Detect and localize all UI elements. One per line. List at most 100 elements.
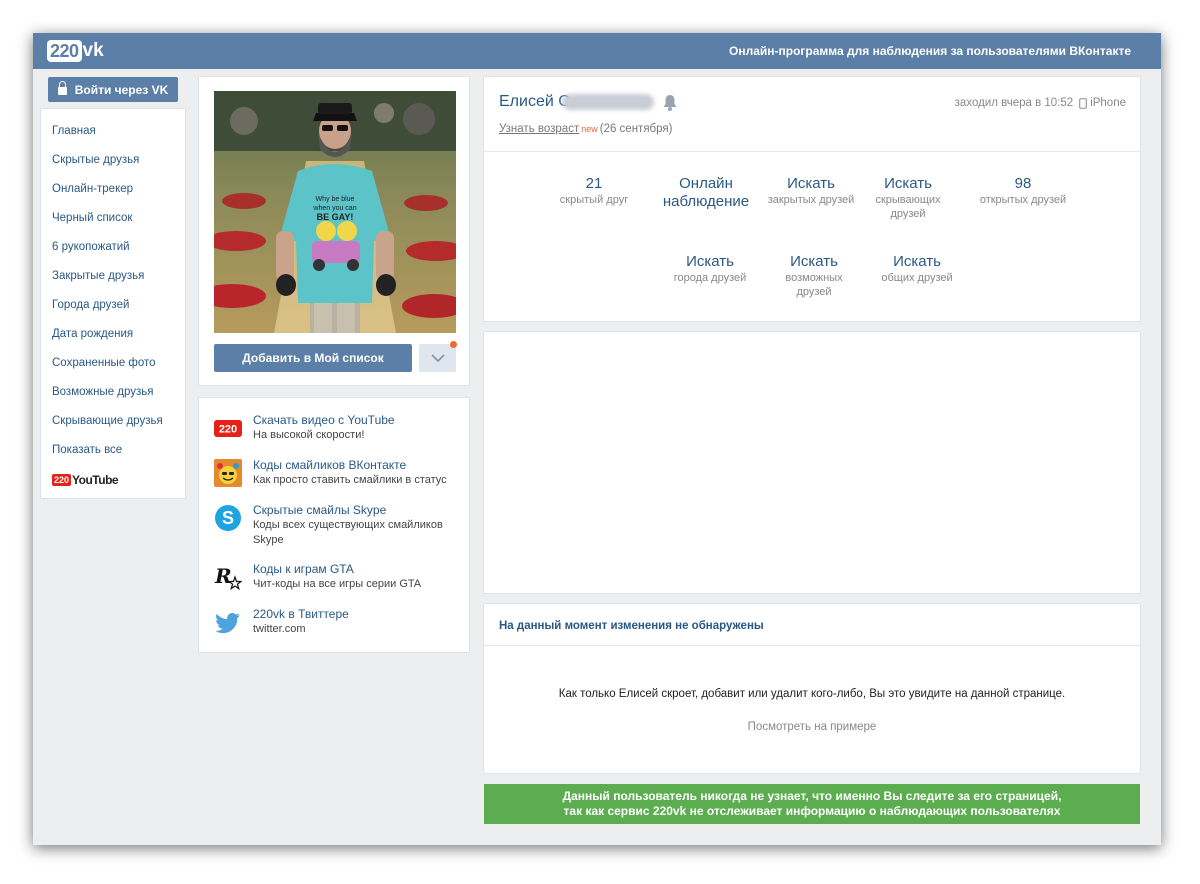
banner-line-1: Данный пользователь никогда не узнает, ч…: [562, 789, 1062, 803]
link-title: Коды к играм GTA: [253, 562, 354, 576]
sidebar-item-closed-friends[interactable]: Закрытые друзья: [41, 262, 185, 291]
link-subtitle: Как просто ставить смайлики в статус: [253, 474, 447, 486]
shirt-text-1: Why be blue: [316, 196, 355, 203]
link-title: Коды смайликов ВКонтакте: [253, 458, 407, 472]
youtube-logo-number: 220: [52, 473, 72, 486]
link-subtitle: twitter.com: [253, 623, 306, 635]
link-twitter[interactable]: 220vk в Твиттере twitter.com: [199, 606, 469, 651]
sidebar-item-show-all[interactable]: Показать все: [41, 436, 185, 465]
stat-value: Онлайн наблюдение: [662, 175, 750, 210]
stat-label: общих друзей: [881, 272, 953, 284]
stat-label: открытых друзей: [979, 194, 1067, 206]
device-name: iPhone: [1090, 97, 1126, 109]
stat-label: возможных друзей: [785, 272, 843, 298]
profile-first-name: Елисей: [499, 93, 554, 110]
stat-value: Искать: [884, 175, 932, 192]
link-title: Скрытые смайлы Skype: [253, 503, 387, 517]
logo-number: 220: [47, 40, 82, 62]
stat-value: Искать: [790, 253, 838, 270]
empty-content-panel: [483, 331, 1141, 594]
last-seen-text: заходил вчера в 10:52: [954, 97, 1074, 109]
stat-value: Искать: [686, 253, 734, 270]
phone-icon: [1079, 97, 1088, 109]
top-bar: 220 vk Онлайн-программа для наблюдения з…: [33, 33, 1161, 69]
logo-text: vk: [82, 40, 104, 61]
link-subtitle: Коды всех существующих смайликов Skype: [253, 519, 443, 546]
privacy-banner: Данный пользователь никогда не узнает, ч…: [484, 784, 1140, 824]
stat-label: закрытых друзей: [767, 194, 855, 206]
changes-description: Как только Елисей скроет, добавит или уд…: [558, 688, 1066, 700]
stat-mutual-friends[interactable]: Искать общих друзей: [867, 253, 967, 285]
link-youtube-download[interactable]: 220 Скачать видео с YouTube На высокой с…: [199, 412, 469, 457]
stat-friends-cities[interactable]: Искать города друзей: [659, 253, 761, 285]
stat-label: скрывающих друзей: [875, 194, 941, 220]
stat-value: Искать: [893, 253, 941, 270]
stat-label: скрытый друг: [559, 194, 629, 206]
sidebar-item-friends-cities[interactable]: Города друзей: [41, 291, 185, 320]
svg-text:R: R: [214, 564, 232, 588]
banner-line-2: так как сервис 220vk не отслеживает инфо…: [563, 804, 1061, 818]
profile-info-panel: Елисей С заходил вчера в 10:52 iPhone Уз…: [483, 76, 1141, 322]
changes-title: На данный момент изменения не обнаружены: [499, 620, 764, 632]
sidebar-menu: Главная Скрытые друзья Онлайн-трекер Чер…: [40, 108, 186, 499]
shirt-text-3: BE GAY!: [317, 212, 354, 222]
site-tagline: Онлайн-программа для наблюдения за польз…: [728, 44, 1131, 58]
new-badge: new: [581, 124, 598, 134]
sidebar-item-hiding-friends[interactable]: Скрывающие друзья: [41, 407, 185, 436]
age-line: Узнать возраст new (26 сентября): [499, 123, 672, 135]
link-subtitle: На высокой скорости!: [253, 429, 365, 441]
sidebar-item-saved-photos[interactable]: Сохраненные фото: [41, 349, 185, 378]
link-vk-emoji-codes[interactable]: Коды смайликов ВКонтакте Как просто став…: [199, 457, 469, 502]
bell-icon[interactable]: [662, 94, 678, 114]
find-age-link[interactable]: Узнать возраст: [499, 123, 579, 135]
stat-hidden-friends[interactable]: 21 скрытый друг: [544, 175, 644, 207]
stat-value: Искать: [787, 175, 835, 192]
view-example-link[interactable]: Посмотреть на примере: [484, 721, 1140, 733]
blurred-surname: [562, 94, 654, 110]
sidebar-item-hidden-friends[interactable]: Скрытые друзья: [41, 146, 185, 175]
stat-value: 21: [585, 175, 603, 192]
stat-online-watch[interactable]: Онлайн наблюдение: [656, 175, 756, 211]
profile-photo-image: Why be blue when you can BE GAY!: [214, 91, 456, 333]
lock-icon: [57, 81, 67, 95]
login-vk-button[interactable]: Войти через VK: [48, 77, 178, 102]
twitter-icon: [214, 608, 242, 636]
divider: [484, 645, 1140, 646]
sidebar-item-birthday[interactable]: Дата рождения: [41, 320, 185, 349]
divider: [484, 151, 1140, 152]
profile-photo[interactable]: Why be blue when you can BE GAY!: [214, 91, 456, 333]
stat-hiding-friends[interactable]: Искать скрывающих друзей: [862, 175, 954, 221]
sidebar-item-blacklist[interactable]: Черный список: [41, 204, 185, 233]
shirt-text-2: when you can: [312, 205, 356, 212]
link-skype-smileys[interactable]: S Скрытые смайлы Skype Коды всех существ…: [199, 502, 469, 561]
site-logo[interactable]: 220 vk: [47, 39, 104, 63]
link-title: Скачать видео с YouTube: [253, 413, 395, 427]
profile-name: Елисей С: [499, 93, 570, 111]
promo-links-panel: 220 Скачать видео с YouTube На высокой с…: [198, 397, 470, 653]
changes-panel: На данный момент изменения не обнаружены…: [483, 603, 1141, 774]
stat-possible-friends[interactable]: Искать возможных друзей: [769, 253, 859, 299]
more-options-button[interactable]: [419, 344, 456, 372]
youtube-logo-text: YouTube: [72, 472, 119, 487]
birthday-text: (26 сентября): [599, 123, 673, 135]
login-label: Войти через VK: [74, 82, 169, 97]
sidebar-item-online-tracker[interactable]: Онлайн-трекер: [41, 175, 185, 204]
profile-photo-panel: Why be blue when you can BE GAY! Добавит…: [198, 76, 470, 386]
sidebar-youtube-logo[interactable]: 220 YouTube: [41, 465, 185, 494]
svg-text:S: S: [222, 508, 234, 528]
youtube-220-badge: 220: [219, 424, 237, 436]
emoji-icon: [214, 459, 242, 487]
stat-closed-friends[interactable]: Искать закрытых друзей: [767, 175, 855, 207]
link-gta-codes[interactable]: R Коды к играм GTA Чит-коды на все игры …: [199, 561, 469, 606]
chevron-down-icon: [430, 354, 445, 363]
sidebar-item-6-handshakes[interactable]: 6 рукопожатий: [41, 233, 185, 262]
add-to-my-list-button[interactable]: Добавить в Мой список: [214, 344, 412, 372]
link-title: 220vk в Твиттере: [253, 607, 349, 621]
app-window: 220 vk Онлайн-программа для наблюдения з…: [33, 33, 1161, 845]
sidebar-item-possible-friends[interactable]: Возможные друзья: [41, 378, 185, 407]
sidebar-item-main[interactable]: Главная: [41, 117, 185, 146]
stat-open-friends[interactable]: 98 открытых друзей: [966, 175, 1080, 207]
stat-label: города друзей: [673, 272, 747, 284]
link-subtitle: Чит-коды на все игры серии GTA: [253, 578, 422, 590]
skype-icon: S: [214, 504, 242, 532]
